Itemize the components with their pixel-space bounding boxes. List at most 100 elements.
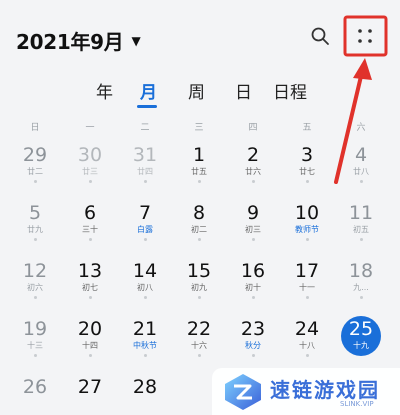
event-dot xyxy=(197,180,201,183)
day-number: 27 xyxy=(77,376,103,398)
day-number: 9 xyxy=(246,202,260,224)
day-cell[interactable]: 30 廿三 xyxy=(63,140,117,196)
event-dot xyxy=(251,354,255,357)
day-cell[interactable]: 21 中秋节 xyxy=(118,314,172,370)
day-cell[interactable]: 31 廿四 xyxy=(118,140,172,196)
lunar-label: 廿五 xyxy=(191,167,207,176)
month-selector[interactable]: 2021年9月 ▼ xyxy=(16,26,141,55)
lunar-label: 初九 xyxy=(191,283,207,292)
event-dot xyxy=(305,238,309,241)
four-dots-icon[interactable] xyxy=(350,22,380,50)
day-cell[interactable]: 2 廿六 xyxy=(226,140,280,196)
day-cell-today[interactable]: 25 十九 xyxy=(334,314,388,370)
view-tabs: 年 月 周 日 日程 xyxy=(0,78,400,108)
day-number: 8 xyxy=(192,202,206,224)
lunar-label: 廿四 xyxy=(137,167,153,176)
day-number: 18 xyxy=(348,260,374,282)
event-dot xyxy=(305,296,309,299)
weekday-label: 四 xyxy=(248,123,258,133)
event-dot xyxy=(197,296,201,299)
day-cell[interactable]: 29 廿二 xyxy=(8,140,62,196)
month-title: 2021年9月 xyxy=(16,30,124,54)
day-cell[interactable]: 28 xyxy=(118,372,172,415)
watermark-text: 速链游戏园 xyxy=(270,378,380,402)
tab-year[interactable]: 年 xyxy=(96,78,113,103)
lunar-label: 廿二 xyxy=(27,167,43,176)
weekday-label: 二 xyxy=(140,123,150,133)
day-number: 26 xyxy=(22,376,48,398)
day-cell[interactable]: 8 初二 xyxy=(172,198,226,254)
event-dot xyxy=(88,238,92,241)
day-number: 29 xyxy=(22,144,48,166)
day-number: 7 xyxy=(138,202,152,224)
day-number: 11 xyxy=(348,202,374,224)
day-cell[interactable]: 12 初六 xyxy=(8,256,62,312)
event-dot xyxy=(251,180,255,183)
day-cell[interactable]: 26 xyxy=(8,372,62,415)
day-number: 10 xyxy=(294,202,320,224)
tab-month[interactable]: 月 xyxy=(140,78,157,103)
lunar-label: 中秋节 xyxy=(133,341,157,350)
active-tab-indicator xyxy=(137,105,157,108)
lunar-label: 教师节 xyxy=(295,225,319,234)
event-dot xyxy=(143,238,147,241)
day-number: 12 xyxy=(22,260,48,282)
day-number: 30 xyxy=(77,144,103,166)
day-cell[interactable]: 16 初十 xyxy=(226,256,280,312)
event-dot xyxy=(88,180,92,183)
event-dot xyxy=(251,238,255,241)
weekday-label: 六 xyxy=(356,123,366,133)
lunar-label: 初十 xyxy=(245,283,261,292)
weekday-label: 三 xyxy=(194,123,204,133)
day-cell[interactable]: 5 廿九 xyxy=(8,198,62,254)
day-cell[interactable]: 1 廿五 xyxy=(172,140,226,196)
day-number: 1 xyxy=(192,144,206,166)
lunar-label: 十四 xyxy=(82,341,98,350)
day-cell[interactable]: 17 十一 xyxy=(280,256,334,312)
day-number: 25 xyxy=(348,318,374,340)
day-number: 13 xyxy=(77,260,103,282)
day-cell[interactable]: 11 初五 xyxy=(334,198,388,254)
calendar-header: 2021年9月 ▼ xyxy=(0,0,400,70)
day-cell[interactable]: 7 白露 xyxy=(118,198,172,254)
day-cell[interactable]: 3 廿七 xyxy=(280,140,334,196)
day-cell[interactable]: 13 初七 xyxy=(63,256,117,312)
day-cell[interactable]: 10 教师节 xyxy=(280,198,334,254)
day-cell[interactable]: 24 十八 xyxy=(280,314,334,370)
lunar-label: 十三 xyxy=(27,341,43,350)
event-dot xyxy=(143,296,147,299)
day-cell[interactable]: 20 十四 xyxy=(63,314,117,370)
lunar-label: 初三 xyxy=(245,225,261,234)
event-dot xyxy=(88,354,92,357)
day-number: 14 xyxy=(132,260,158,282)
day-cell[interactable]: 23 秋分 xyxy=(226,314,280,370)
day-cell[interactable]: 14 初八 xyxy=(118,256,172,312)
day-number: 2 xyxy=(246,144,260,166)
day-number: 5 xyxy=(28,202,42,224)
lunar-label: 十一 xyxy=(299,283,315,292)
tab-week[interactable]: 周 xyxy=(188,78,205,103)
day-cell[interactable]: 22 十六 xyxy=(172,314,226,370)
day-number: 20 xyxy=(77,318,103,340)
watermark: 速链游戏园 SLINK.VIP xyxy=(212,368,400,415)
day-number: 17 xyxy=(294,260,320,282)
event-dot xyxy=(33,238,37,241)
day-cell[interactable]: 6 三十 xyxy=(63,198,117,254)
tab-day[interactable]: 日 xyxy=(235,78,252,103)
day-cell[interactable]: 15 初九 xyxy=(172,256,226,312)
lunar-label: 廿七 xyxy=(299,167,315,176)
day-cell[interactable]: 18 九... xyxy=(334,256,388,312)
day-cell[interactable]: 27 xyxy=(63,372,117,415)
day-number: 4 xyxy=(354,144,368,166)
day-cell[interactable]: 4 廿八 xyxy=(334,140,388,196)
day-cell[interactable]: 19 十三 xyxy=(8,314,62,370)
tab-agenda[interactable]: 日程 xyxy=(273,78,307,103)
lunar-label: 白露 xyxy=(137,225,153,234)
day-number: 19 xyxy=(22,318,48,340)
lunar-label: 三十 xyxy=(82,225,98,234)
search-icon[interactable] xyxy=(310,26,330,46)
lunar-label: 十八 xyxy=(299,341,315,350)
weekday-label: 五 xyxy=(302,123,312,133)
triangle-down-icon: ▼ xyxy=(131,33,141,48)
day-cell[interactable]: 9 初三 xyxy=(226,198,280,254)
